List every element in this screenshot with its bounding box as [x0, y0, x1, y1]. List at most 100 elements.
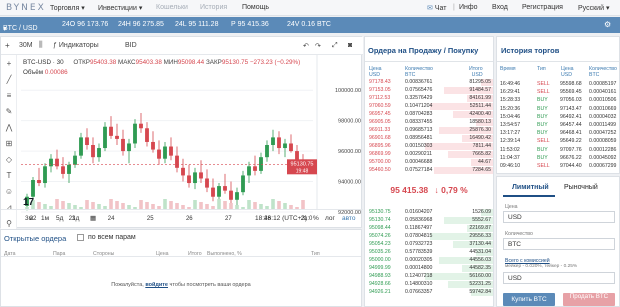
ask-row[interactable]: 96869.99 0.00290211 7665.82: [365, 151, 493, 158]
calendar-icon[interactable]: ▦: [90, 214, 96, 222]
bid-row[interactable]: 95035.26 0.57783539 44531.04: [365, 249, 493, 256]
total-input[interactable]: USD: [503, 272, 615, 284]
candle-down: [145, 128, 149, 142]
trade-time: 16:29:41: [500, 89, 521, 96]
price-chart[interactable]: 100000.0098000.0096000.0094000.0092000.0…: [17, 55, 363, 225]
ask-row[interactable]: 96905.05 0.08337455 18580.13: [365, 119, 493, 126]
tab-limit[interactable]: Лимитный: [512, 184, 549, 191]
buy-button[interactable]: Купить BTC: [503, 293, 555, 306]
row-price: 95460.50: [369, 167, 391, 173]
volume-bar: [55, 199, 59, 209]
ask-row[interactable]: 95460.50 0.07527184 7284.65: [365, 167, 493, 174]
indicators-button[interactable]: ƒ Индикаторы: [53, 42, 99, 49]
bid-row[interactable]: 94928.66 0.14800310 52231.25: [365, 281, 493, 288]
auto-toggle[interactable]: авто: [342, 215, 355, 222]
row-price: 96905.05: [369, 119, 391, 125]
volume-bar: [271, 199, 275, 209]
bid-row[interactable]: 95130.75 0.01604207 1526.09: [365, 209, 493, 216]
redo-icon[interactable]: ↷: [315, 42, 321, 50]
candle-down: [223, 186, 227, 191]
divider: [365, 61, 493, 62]
price-type-bid[interactable]: BID: [125, 42, 137, 49]
nav-item-help[interactable]: Помощь: [242, 4, 269, 11]
interval-select[interactable]: 30М: [19, 42, 33, 49]
ask-row[interactable]: 96911.33 0.09685713 25876.30: [365, 127, 493, 134]
ask-row[interactable]: 96895.96 0.00150303 7811.44: [365, 143, 493, 150]
pattern-icon[interactable]: ⋀: [4, 123, 14, 133]
ask-row[interactable]: 97112.53 0.32576429 84161.99: [365, 95, 493, 102]
bid-row[interactable]: 95054.23 0.07932723 37130.44: [365, 241, 493, 248]
ask-row[interactable]: 95700.00 0.00046688 44.67: [365, 159, 493, 166]
log-toggle[interactable]: лог: [325, 215, 335, 222]
ask-row[interactable]: 97060.59 0.10471204 52511.44: [365, 103, 493, 110]
bid-row[interactable]: 94999.99 0.00014800 44582.35: [365, 265, 493, 272]
camera-icon[interactable]: ◙: [348, 42, 352, 49]
bid-row[interactable]: 95130.74 0.05836968 5552.67: [365, 217, 493, 224]
candle-down: [121, 138, 125, 152]
fullscreen-icon[interactable]: ⤢: [332, 42, 338, 50]
nav-item-wallets[interactable]: Кошельки: [156, 4, 188, 11]
bid-row[interactable]: 94926.21 0.07663357 59742.84: [365, 289, 493, 296]
brush-icon[interactable]: ✎: [4, 107, 14, 117]
candle-up: [133, 123, 137, 144]
register-link[interactable]: Регистрация: [522, 4, 563, 11]
row-qty: 0.00836761: [405, 79, 433, 85]
plus-icon[interactable]: +: [5, 41, 10, 50]
ask-row[interactable]: 96901.68 0.08956481 16490.42: [365, 135, 493, 142]
trade-qty: 0.00085197: [589, 81, 617, 87]
trade-type: BUY: [537, 105, 548, 112]
row-total: 44.67: [478, 159, 491, 165]
info-link[interactable]: Инфо: [459, 4, 478, 11]
volume-bar: [163, 199, 167, 209]
th-col-qty: Количество BTC: [589, 66, 617, 78]
trendline-icon[interactable]: ╱: [4, 75, 14, 85]
bid-row[interactable]: 95098.44 0.11867497 22169.87: [365, 225, 493, 232]
ask-row[interactable]: 97153.05 0.07565476 91484.57: [365, 87, 493, 94]
emoji-icon[interactable]: ☺: [4, 187, 14, 197]
range-5d[interactable]: 5д: [56, 215, 63, 222]
volume-bar: [109, 199, 113, 209]
settings-icon[interactable]: ⚙: [604, 20, 611, 29]
col-filled: Выполнено, %: [207, 251, 242, 257]
volume-bar: [301, 200, 305, 209]
sell-button[interactable]: Продать BTC: [563, 293, 615, 306]
ask-row[interactable]: 96957.45 0.08704283 42400.40: [365, 111, 493, 118]
bid-row[interactable]: 95000.00 0.00020305 44556.03: [365, 257, 493, 264]
all-pairs-checkbox[interactable]: [77, 234, 84, 241]
price-input[interactable]: USD: [503, 211, 615, 223]
volume-bar: [145, 202, 149, 209]
row-qty: 0.07663357: [405, 289, 433, 295]
trade-qty: 0.00012286: [589, 146, 617, 153]
quantity-input[interactable]: BTC: [503, 238, 615, 250]
tab-market[interactable]: Рыночный: [564, 184, 598, 191]
range-1m[interactable]: 1м: [41, 215, 49, 222]
row-qty: 0.00014800: [405, 265, 433, 271]
range-3m[interactable]: 3м: [25, 215, 33, 222]
shapes-icon[interactable]: ◇: [4, 155, 14, 165]
language-select[interactable]: Русский ▾: [578, 4, 609, 12]
range-1d[interactable]: 1д: [72, 215, 79, 222]
percent-toggle[interactable]: %: [313, 215, 319, 222]
row-price: 95130.74: [369, 217, 391, 223]
text-icon[interactable]: T: [4, 171, 14, 181]
trade-price: 95569.45: [560, 89, 582, 96]
chat-link[interactable]: ✉ Чат: [427, 4, 446, 12]
row-price: 94928.66: [369, 281, 391, 287]
candles-icon[interactable]: ⫼: [39, 40, 43, 50]
nav-item-history[interactable]: История: [200, 4, 227, 11]
crosshair-icon[interactable]: +: [4, 59, 14, 69]
logo[interactable]: BYNEX: [6, 3, 46, 13]
login-link[interactable]: Вход: [492, 4, 508, 11]
nav-item-investments[interactable]: Инвестиции ▾: [98, 4, 142, 12]
bid-row[interactable]: 94988.93 0.12407218 56160.00: [365, 273, 493, 280]
row-qty: 0.12407218: [405, 273, 433, 279]
row-price: 97060.59: [369, 103, 391, 109]
login-prompt-link[interactable]: войдите: [145, 282, 168, 288]
candle-up: [265, 145, 269, 158]
projection-icon[interactable]: ⊞: [4, 139, 14, 149]
bid-row[interactable]: 95074.26 0.07804815 29556.33: [365, 233, 493, 240]
fib-icon[interactable]: ≡: [4, 91, 14, 101]
nav-item-trading[interactable]: Торговля ▾: [50, 4, 85, 12]
undo-icon[interactable]: ↶: [303, 42, 309, 50]
ask-row[interactable]: 97178.43 0.00836761 81295.05: [365, 79, 493, 86]
